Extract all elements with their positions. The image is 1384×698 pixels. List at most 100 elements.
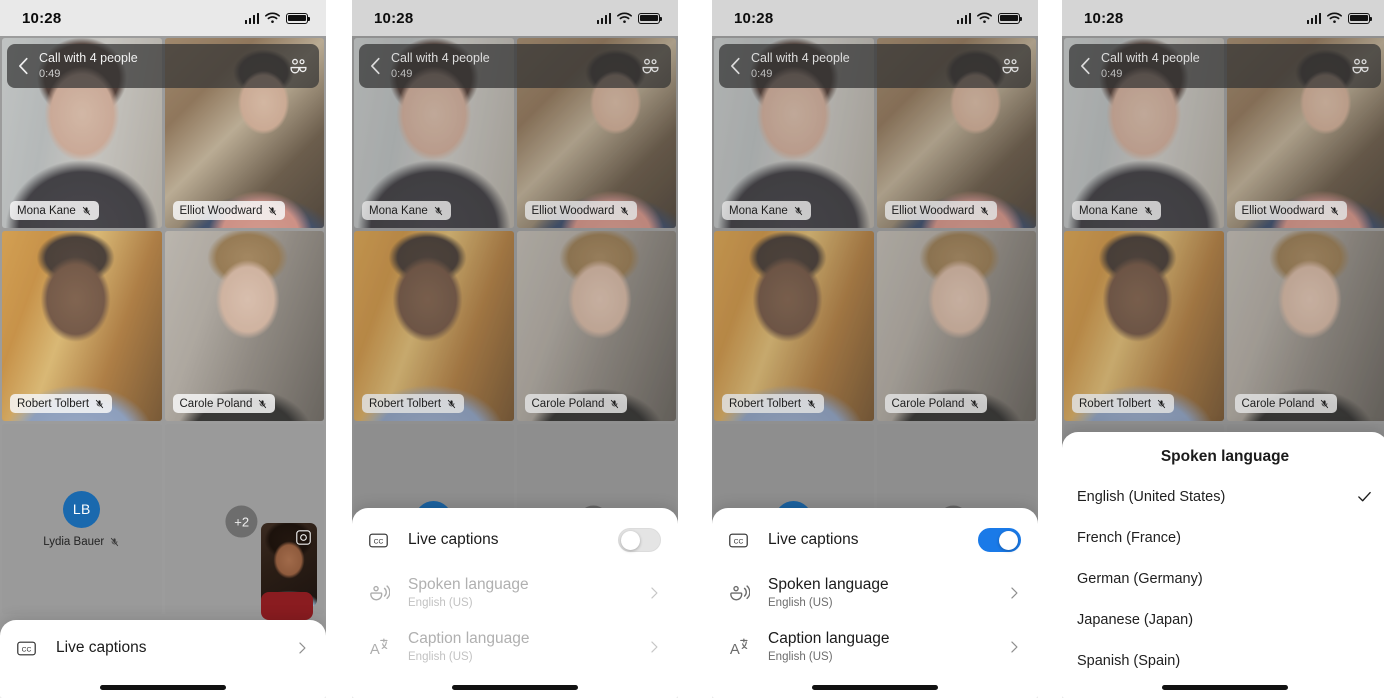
home-indicator (1162, 685, 1288, 690)
mic-off-icon (111, 537, 119, 546)
language-option-label: Japanese (Japan) (1077, 611, 1194, 628)
translate-icon: A (729, 637, 755, 657)
avatar-name: Lydia Bauer (43, 535, 105, 548)
participant-nametag: Mona Kane (10, 201, 99, 220)
chevron-right-icon[interactable] (647, 640, 661, 654)
spoken-language-text: Spoken language English (US) (755, 575, 1007, 611)
status-bar: 10:28 (0, 0, 326, 36)
people-icon[interactable] (288, 56, 309, 77)
toggle-knob (999, 530, 1018, 550)
spoken-language-value: English (US) (408, 597, 473, 609)
caption-language-value: English (US) (768, 651, 833, 663)
end-call-button[interactable] (261, 592, 313, 620)
battery-full-icon (286, 12, 311, 24)
caption-language-label: Caption language (768, 630, 890, 647)
avatar-tile[interactable]: LB Lydia Bauer (2, 424, 162, 614)
participant-nametag: Robert Tolbert (10, 394, 113, 413)
spoken-language-label: Spoken language (408, 576, 529, 593)
live-captions-toggle[interactable] (618, 528, 661, 552)
caption-language-text: Caption language English (US) (395, 629, 647, 665)
language-option-label: French (France) (1077, 529, 1181, 546)
phone-panel-2: Mona Kane Elliot Woodward Robert Tolbert (352, 0, 678, 698)
status-clock: 10:28 (22, 9, 62, 27)
live-captions-row[interactable]: CC Live captions (712, 508, 1038, 566)
live-captions-label: Live captions (408, 531, 499, 548)
participant-tile[interactable]: Carole Poland (164, 231, 324, 421)
svg-text:A: A (370, 642, 380, 657)
picker-title: Spoken language (1160, 448, 1290, 465)
live-captions-entry-row[interactable]: CC Live captions (0, 620, 326, 676)
tile-dim-overlay (164, 231, 324, 421)
live-captions-label: Live captions (56, 639, 147, 656)
home-indicator (100, 685, 226, 690)
mic-off-icon (82, 206, 90, 215)
participant-nametag: Elliot Woodward (172, 201, 286, 220)
caption-language-row[interactable]: A Caption language English (US) (352, 620, 678, 674)
language-option-french[interactable]: French (France) (1062, 517, 1384, 558)
avatar: LB (63, 490, 101, 528)
live-captions-label-wrap: Live captions (395, 530, 618, 550)
svg-text:CC: CC (374, 538, 384, 545)
overflow-tile[interactable]: +2 (164, 424, 324, 614)
language-option-label: German (Germany) (1077, 570, 1203, 587)
closed-caption-icon: CC (369, 533, 395, 548)
checkmark-icon (1358, 491, 1371, 502)
closed-caption-icon: CC (729, 533, 755, 548)
participant-name: Mona Kane (17, 204, 76, 217)
captions-settings-sheet-off: CC Live captions Spoken language English… (352, 508, 678, 698)
screenshot-stage: Mona Kane Elliot Woodward Robert Tolbert (0, 0, 1384, 698)
phone-panel-1: Mona Kane Elliot Woodward Robert Tolbert (0, 0, 326, 698)
spoken-language-row[interactable]: Spoken language English (US) (712, 566, 1038, 620)
chevron-right-icon[interactable] (1007, 640, 1021, 654)
closed-caption-icon: CC (17, 641, 43, 656)
chevron-right-icon[interactable] (1007, 586, 1021, 600)
language-option-german[interactable]: German (Germany) (1062, 558, 1384, 599)
participant-nametag: Carole Poland (172, 394, 276, 413)
chevron-right-icon[interactable] (295, 641, 309, 655)
more-participants-badge: +2 (225, 505, 258, 538)
toggle-knob (621, 530, 640, 550)
phone-panel-3: Mona Kane Elliot Woodward Robert Tolbert (712, 0, 1038, 698)
live-captions-toggle[interactable] (978, 528, 1021, 552)
chevron-right-icon[interactable] (647, 586, 661, 600)
live-captions-label: Live captions (768, 531, 859, 548)
participant-name: Elliot Woodward (179, 204, 263, 217)
live-captions-row[interactable]: CC Live captions (352, 508, 678, 566)
mic-off-icon (259, 399, 267, 408)
captions-settings-sheet-on: CC Live captions Spoken language English… (712, 508, 1038, 698)
spoken-language-label: Spoken language (768, 576, 889, 593)
caption-language-row[interactable]: A Caption language English (US) (712, 620, 1038, 674)
back-chevron-icon[interactable] (13, 55, 35, 77)
home-indicator (452, 685, 578, 690)
call-title: Call with 4 people (39, 51, 138, 65)
participant-name: Carole Poland (179, 397, 253, 410)
spoken-language-text: Spoken language English (US) (395, 575, 647, 611)
phone-panel-4: Mona Kane Elliot Woodward Robert Tolbert (1062, 0, 1384, 698)
live-captions-label-wrap: Live captions (43, 638, 295, 658)
participant-tile[interactable]: Robert Tolbert (2, 231, 162, 421)
spoken-language-picker-sheet: Spoken language English (United States) … (1062, 432, 1384, 698)
language-option-spanish[interactable]: Spanish (Spain) (1062, 640, 1384, 681)
caption-language-value: English (US) (408, 651, 473, 663)
status-icon-group (244, 12, 311, 24)
speaking-mouth-icon (729, 584, 755, 603)
language-option-label: English (United States) (1077, 488, 1226, 505)
spoken-language-row[interactable]: Spoken language English (US) (352, 566, 678, 620)
flip-camera-icon[interactable] (295, 529, 312, 546)
wifi-icon (265, 12, 280, 23)
language-option-label: Spanish (Spain) (1077, 652, 1181, 669)
participant-name: Robert Tolbert (17, 397, 90, 410)
spoken-language-value: English (US) (768, 597, 833, 609)
speaking-mouth-icon (369, 584, 395, 603)
language-option-japanese[interactable]: Japanese (Japan) (1062, 599, 1384, 640)
mic-off-icon (269, 206, 277, 215)
live-captions-label-wrap: Live captions (755, 530, 978, 550)
call-header-bar: Call with 4 people 0:49 (7, 44, 319, 88)
caption-language-text: Caption language English (US) (755, 629, 1007, 665)
home-indicator (812, 685, 938, 690)
language-option-english[interactable]: English (United States) (1062, 476, 1384, 517)
caption-language-label: Caption language (408, 630, 530, 647)
mic-off-icon (95, 399, 104, 408)
tile-dim-overlay (2, 231, 162, 421)
cellular-bars-icon (244, 12, 259, 24)
